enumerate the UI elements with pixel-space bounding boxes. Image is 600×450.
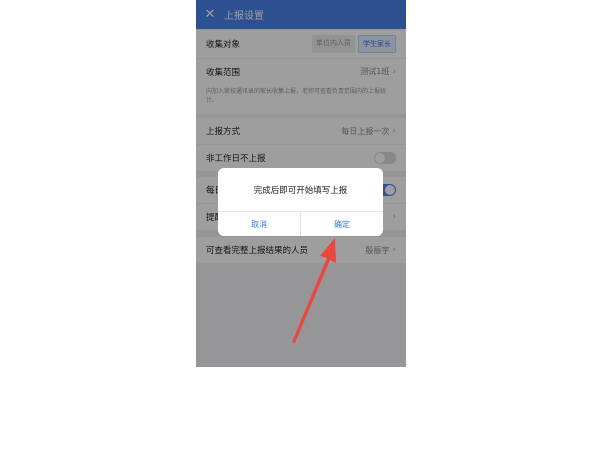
annotation-arrow — [292, 238, 336, 343]
annotation-arrow-shaft — [292, 238, 336, 343]
